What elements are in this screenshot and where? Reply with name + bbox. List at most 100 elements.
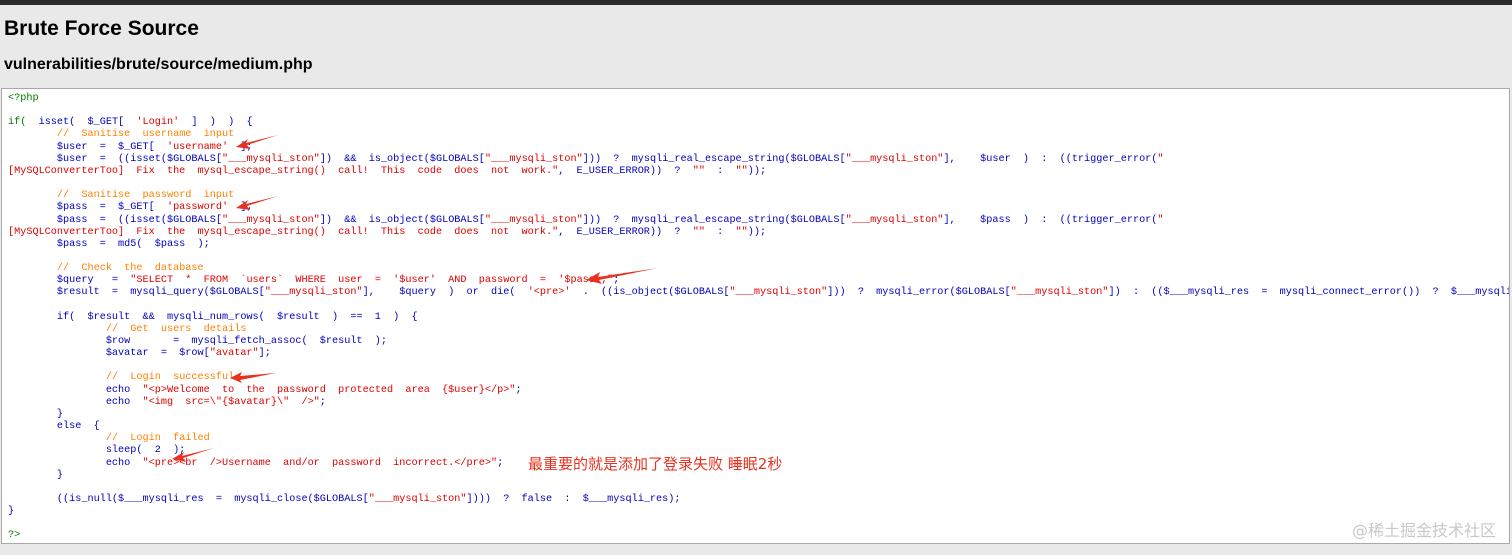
code-token: } xyxy=(8,408,64,420)
code-token: // Sanitise username input xyxy=(56,129,235,141)
code-line: // Login failed xyxy=(8,433,210,445)
code-line: if( isset( $_GET[ 'Login' ] ) ) { xyxy=(8,117,253,129)
source-code-panel[interactable]: ?>} ((is_null($___mysqli_res = mysqli_cl… xyxy=(1,88,1510,544)
code-token: "" xyxy=(735,226,748,238)
code-token: "avatar" xyxy=(209,348,259,360)
code-token: } xyxy=(8,469,64,481)
code-token: ?> xyxy=(8,530,21,542)
code-token: "___mysqli_ston" xyxy=(729,287,828,299)
code-line: $user = ((isset($GLOBALS[ "___mysqli_ston… xyxy=(8,154,1164,166)
code-token: , E_USER_ERROR)) ? xyxy=(558,165,693,177)
code-line: ((is_null($___mysqli_res = mysqli_close(… xyxy=(8,494,681,506)
code-token: echo xyxy=(8,384,143,396)
code-line: $query = "SELECT * FROM `users` WHERE us… xyxy=(8,275,619,287)
code-token: ]) && is_object($GLOBALS[ xyxy=(319,214,485,226)
code-token: ; xyxy=(497,457,504,469)
watermark: @稀土掘金技术社区 xyxy=(1351,521,1496,540)
code-token: $pass = ((isset($GLOBALS[ xyxy=(8,214,222,226)
code-token: ])) ? mysqli_error($GLOBALS[ xyxy=(827,287,1011,299)
code-token: ])) ? mysqli_real_escape_string($GLOBALS… xyxy=(582,153,846,165)
code-line: $pass = $_GET[ 'password' ]; xyxy=(8,202,253,214)
code-line: else { xyxy=(8,421,100,433)
code-line: // Sanitise password input xyxy=(8,190,234,202)
code-token: $avatar = $row[ xyxy=(8,348,210,360)
code-token: ], $query ) or die( xyxy=(362,287,528,299)
code-line: ?> xyxy=(8,530,20,542)
code-token: " xyxy=(1157,214,1164,226)
code-token: "___mysqli_ston" xyxy=(1010,287,1109,299)
code-token: . ((is_object($GLOBALS[ xyxy=(570,287,730,299)
annotation-note: 最重要的就是添加了登录失败 睡眠2秒 xyxy=(528,455,783,473)
code-line: <?php xyxy=(8,93,39,105)
source-file-path: vulnerabilities/brute/source/medium.php xyxy=(4,56,313,73)
code-line: [MySQLConverterToo] Fix the mysql_escape… xyxy=(8,227,766,239)
code-token: )); xyxy=(747,226,767,238)
code-token: ; xyxy=(319,396,326,408)
code-token: "___mysqli_ston" xyxy=(845,214,944,226)
code-token: // Sanitise password input xyxy=(56,190,235,202)
code-line: $pass = md5( $pass ); xyxy=(8,239,210,251)
code-line: if( $result && mysqli_num_rows( $result … xyxy=(8,312,418,324)
code-token: "<p>Welcome to the password protected ar… xyxy=(142,384,516,396)
code-line: } xyxy=(8,506,14,518)
code-token: } xyxy=(8,506,15,518)
code-line: $avatar = $row["avatar"]; xyxy=(8,348,271,360)
code-token: "___mysqli_ston" xyxy=(368,493,467,505)
code-token: ])) ? mysqli_real_escape_string($GLOBALS… xyxy=(582,214,846,226)
code-token: if( $result && mysqli_num_rows( $result … xyxy=(8,311,418,323)
code-line: echo "<p>Welcome to the password protect… xyxy=(8,385,522,397)
code-token: echo xyxy=(8,396,143,408)
code-line: // Get users details xyxy=(8,323,247,336)
code-token: , E_USER_ERROR)) ? xyxy=(558,226,693,238)
code-line: // Login successful xyxy=(8,372,234,384)
code-token: : xyxy=(704,226,736,238)
top-border-bar xyxy=(0,0,1512,5)
code-token: ((is_null($___mysqli_res = mysqli_close(… xyxy=(8,493,369,505)
code-token: "___mysqli_ston" xyxy=(264,287,363,299)
page-title: Brute Force Source xyxy=(4,17,199,40)
code-token: )); xyxy=(747,165,767,177)
code-token: ]) : (($___mysqli_res = mysqli_connect_e… xyxy=(1108,287,1510,299)
code-token: ], $user ) : ((trigger_error( xyxy=(943,153,1158,165)
red-arrow-password xyxy=(236,196,278,210)
code-token: ] ) ) { xyxy=(179,117,253,129)
code-line: } xyxy=(8,409,63,421)
code-token: "___mysqli_ston" xyxy=(845,153,944,165)
code-token: $user = ((isset($GLOBALS[ xyxy=(8,153,222,165)
code-token: if( xyxy=(8,117,39,129)
code-token: // Login successful xyxy=(105,372,235,384)
code-line: // Sanitise username input xyxy=(8,129,234,141)
code-token: ]))) ? false : $___mysqli_res); xyxy=(466,493,681,505)
code-token: ; xyxy=(515,384,522,396)
code-token: $row = mysqli_fetch_assoc( $result ); xyxy=(8,336,388,347)
code-token: "" xyxy=(735,165,748,177)
code-token: ]) && is_object($GLOBALS[ xyxy=(319,153,485,165)
code-token: // Get users details xyxy=(105,323,247,335)
red-arrow-query xyxy=(586,268,658,284)
code-token: // Login failed xyxy=(105,433,210,445)
code-token: 'username' xyxy=(166,141,229,153)
code-token: isset( $_GET[ xyxy=(38,117,137,129)
code-token: else { xyxy=(8,421,100,433)
code-token: "" xyxy=(692,165,705,177)
code-token: <?php xyxy=(8,93,39,104)
red-arrow-login-successful xyxy=(230,372,276,383)
code-line: $row = mysqli_fetch_assoc( $result ); xyxy=(8,336,387,348)
code-token: $query = xyxy=(8,275,131,287)
code-token: "" xyxy=(692,226,705,238)
code-token: : xyxy=(704,165,736,177)
code-token: "SELECT * FROM `users` WHERE user = '$us… xyxy=(130,275,614,287)
code-line: [MySQLConverterToo] Fix the mysql_escape… xyxy=(8,166,766,178)
code-token: $user = $_GET[ xyxy=(8,141,167,153)
code-token: ]; xyxy=(258,348,271,360)
code-token: "<img src=\"{$avatar}\" />" xyxy=(142,396,320,408)
code-token: $result = mysqli_query($GLOBALS[ xyxy=(8,287,265,299)
code-token: " xyxy=(1157,153,1164,165)
code-line: } xyxy=(8,470,63,482)
code-token: "___mysqli_ston" xyxy=(484,153,583,165)
code-token: sleep( 2 ); xyxy=(8,445,186,457)
